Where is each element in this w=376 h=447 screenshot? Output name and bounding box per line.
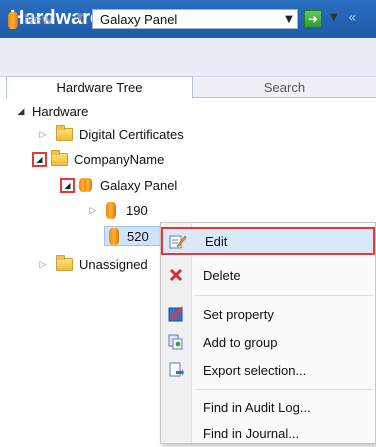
panel-device-icon bbox=[8, 11, 18, 29]
chevron-down-icon[interactable]: ▼ bbox=[281, 14, 297, 25]
menu-item-set-property[interactable]: Set property bbox=[161, 300, 375, 328]
panel-type-select[interactable]: Galaxy Panel ▼ bbox=[92, 9, 298, 29]
tree-node-label: Galaxy Panel bbox=[100, 177, 178, 193]
panel-device-icon bbox=[84, 178, 92, 192]
tree-node-hardware[interactable]: ◢ Hardware bbox=[14, 101, 89, 121]
collapse-icon[interactable]: « bbox=[348, 10, 357, 26]
go-arrow-icon[interactable]: ➜ bbox=[304, 10, 322, 28]
tree-node-520[interactable]: 520 bbox=[104, 226, 162, 246]
menu-item-delete[interactable]: Delete bbox=[161, 261, 375, 289]
new-button[interactable]: New bbox=[8, 10, 52, 30]
menu-separator bbox=[195, 389, 373, 390]
chevron-down-icon[interactable]: ▼ bbox=[330, 12, 338, 23]
tree-node-label: Unassigned bbox=[79, 256, 148, 272]
tab-hardware-tree[interactable]: Hardware Tree bbox=[6, 76, 193, 98]
menu-item-find-audit-log[interactable]: Find in Audit Log... bbox=[161, 393, 375, 421]
tree-node-label: CompanyName bbox=[74, 151, 165, 167]
menu-item-label: Edit bbox=[205, 233, 228, 249]
menu-separator bbox=[195, 295, 373, 296]
chevron-down-icon[interactable]: ▼ bbox=[76, 12, 84, 23]
context-menu: Edit Delete Set property Add to group Ex… bbox=[160, 222, 376, 444]
expand-triangle-icon[interactable]: ◢ bbox=[14, 106, 28, 117]
menu-item-label: Find in Journal... bbox=[203, 425, 300, 441]
expand-triangle-icon[interactable]: ◢ bbox=[60, 177, 75, 193]
folder-icon bbox=[56, 254, 73, 271]
menu-item-edit[interactable]: Edit bbox=[161, 227, 375, 255]
folder-icon bbox=[51, 149, 68, 166]
delete-icon bbox=[161, 267, 191, 283]
menu-item-label: Set property bbox=[203, 306, 274, 322]
set-property-icon bbox=[161, 306, 191, 322]
menu-item-export-selection[interactable]: Export selection... bbox=[161, 356, 375, 384]
menu-item-label: Delete bbox=[203, 267, 241, 283]
edit-icon bbox=[163, 233, 193, 249]
add-to-group-icon bbox=[161, 334, 191, 350]
menu-item-add-to-group[interactable]: Add to group bbox=[161, 328, 375, 356]
tab-search[interactable]: Search bbox=[193, 78, 376, 98]
collapsed-triangle-icon[interactable]: ▷ bbox=[86, 205, 100, 216]
menu-item-label: Add to group bbox=[203, 334, 278, 350]
tree-node-galaxy-panel[interactable]: ◢ Galaxy Panel bbox=[60, 175, 177, 195]
toolbar bbox=[0, 38, 376, 77]
tree-node-label: 190 bbox=[126, 202, 148, 218]
menu-item-find-journal[interactable]: Find in Journal... bbox=[161, 419, 375, 447]
collapsed-triangle-icon[interactable]: ▷ bbox=[36, 259, 50, 270]
panel-device-icon bbox=[109, 227, 119, 245]
new-button-label: New bbox=[24, 12, 53, 28]
collapsed-triangle-icon[interactable]: ▷ bbox=[36, 129, 50, 140]
menu-item-label: Export selection... bbox=[203, 362, 307, 378]
tree-node-companyname[interactable]: ◢ CompanyName bbox=[32, 149, 164, 169]
tree-node-unassigned[interactable]: ▷ Unassigned bbox=[36, 254, 148, 274]
tree-node-digital-certificates[interactable]: ▷ Digital Certificates bbox=[36, 124, 184, 144]
menu-item-label: Find in Audit Log... bbox=[203, 399, 311, 415]
folder-icon bbox=[56, 124, 73, 141]
expand-triangle-icon[interactable]: ◢ bbox=[32, 151, 47, 167]
tree-node-label: 520 bbox=[127, 228, 149, 244]
export-icon bbox=[161, 362, 191, 378]
panel-type-value: Galaxy Panel bbox=[100, 11, 178, 27]
panel-device-icon bbox=[106, 201, 116, 219]
tree-node-label: Digital Certificates bbox=[79, 126, 184, 142]
tree-node-190[interactable]: ▷ 190 bbox=[86, 200, 148, 220]
tree-node-label: Hardware bbox=[32, 103, 89, 119]
